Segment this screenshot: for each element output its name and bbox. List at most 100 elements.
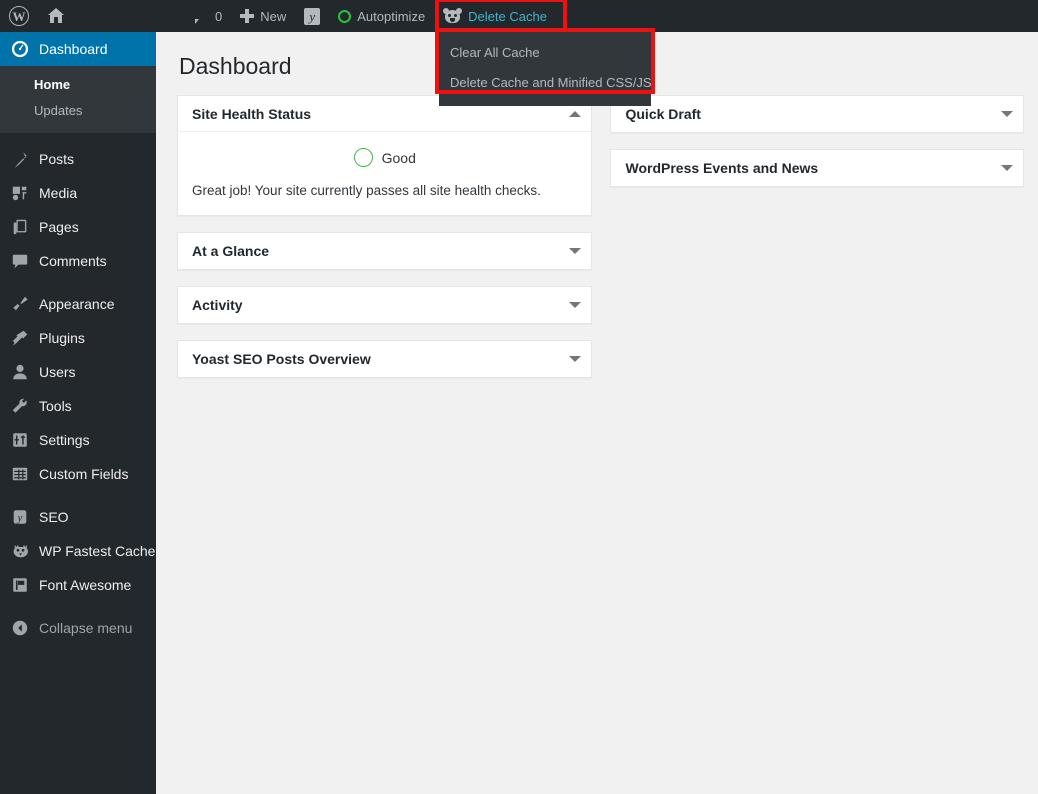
main-content: Dashboard Site Health Status Good Great … <box>156 32 1038 794</box>
menu-item-delete-cache-and-minified-css-js[interactable]: Delete Cache and Minified CSS/JS <box>439 68 652 98</box>
comments-count: 0 <box>215 8 223 24</box>
yoast-icon: y <box>10 507 30 527</box>
widget-activity: Activity <box>177 286 593 324</box>
dashboard-submenu: Home Updates <box>0 66 156 133</box>
widget-wordpress-events-and-news: WordPress Events and News <box>610 149 1024 187</box>
table-icon <box>10 464 30 484</box>
wrench-icon <box>10 396 30 416</box>
sidebar-item-label: Pages <box>39 219 79 235</box>
chevron-down-icon[interactable] <box>569 302 582 308</box>
sidebar-item-font-awesome[interactable]: Font Awesome <box>0 568 156 602</box>
sidebar-item-seo[interactable]: y SEO <box>0 500 156 534</box>
sidebar-item-label: Dashboard <box>39 41 108 57</box>
sliders-icon <box>10 430 30 450</box>
comment-icon <box>10 251 30 271</box>
svg-text:y: y <box>17 512 23 524</box>
sidebar-item-posts[interactable]: Posts <box>0 142 156 176</box>
sidebar-item-label: Collapse menu <box>39 620 133 636</box>
yoast-icon: y <box>304 7 321 25</box>
wordpress-logo-icon: W <box>9 6 29 26</box>
pin-icon <box>10 149 30 169</box>
sidebar-item-wp-fastest-cache[interactable]: WP Fastest Cache <box>0 534 156 568</box>
wordpress-admin-screen: W 0 New y Autoptimize Delete Cache Clear… <box>0 0 1038 794</box>
sidebar-item-users[interactable]: Users <box>0 355 156 389</box>
widget-header[interactable]: Quick Draft <box>611 96 1023 132</box>
sidebar-subitem-updates[interactable]: Updates <box>0 98 156 124</box>
widget-header[interactable]: WordPress Events and News <box>611 150 1023 186</box>
chevron-down-icon[interactable] <box>1001 111 1013 117</box>
chevron-down-icon[interactable] <box>569 356 582 362</box>
wp-logo-menu-item[interactable]: W <box>0 0 38 32</box>
widget-header[interactable]: At a Glance <box>178 233 591 269</box>
sidebar-item-label: Users <box>39 364 76 380</box>
widget-title: Activity <box>192 297 243 313</box>
widget-title: Yoast SEO Posts Overview <box>192 351 371 367</box>
widget-header[interactable]: Yoast SEO Posts Overview <box>178 341 591 377</box>
widget-header[interactable]: Activity <box>178 287 591 323</box>
sidebar-item-custom-fields[interactable]: Custom Fields <box>0 457 156 491</box>
sidebar-separator <box>0 133 156 142</box>
sidebar-item-label: WP Fastest Cache <box>39 543 156 559</box>
widget-title: Site Health Status <box>192 105 312 122</box>
cheetah-icon <box>443 7 463 25</box>
sidebar-separator <box>0 602 156 611</box>
sidebar-item-label: Media <box>39 185 78 201</box>
admin-sidebar: Dashboard Home Updates Posts Media Pages… <box>0 32 164 794</box>
widget-at-a-glance: At a Glance <box>177 232 593 270</box>
site-home-menu-item[interactable] <box>38 0 74 32</box>
sidebar-separator <box>0 491 156 500</box>
sidebar-item-pages[interactable]: Pages <box>0 210 156 244</box>
widget-quick-draft: Quick Draft <box>610 95 1024 133</box>
sidebar-item-label: Appearance <box>39 296 115 312</box>
media-icon <box>10 183 30 203</box>
sidebar-item-plugins[interactable]: Plugins <box>0 321 156 355</box>
widget-site-health-status: Site Health Status Good Great job! Your … <box>177 95 593 216</box>
widget-title: At a Glance <box>192 243 270 259</box>
sidebar-item-label: Settings <box>39 432 90 448</box>
delete-cache-menu-item[interactable]: Delete Cache <box>434 0 556 32</box>
chevron-down-icon[interactable] <box>569 248 582 254</box>
sidebar-item-label: SEO <box>39 509 69 525</box>
sidebar-item-appearance[interactable]: Appearance <box>0 287 156 321</box>
sidebar-item-label: Font Awesome <box>39 577 132 593</box>
comments-menu-item[interactable]: 0 <box>184 0 231 32</box>
cheetah-icon <box>10 541 30 561</box>
widget-column-left: Site Health Status Good Great job! Your … <box>177 95 593 378</box>
brush-icon <box>10 294 30 314</box>
yoast-seo-menu-item[interactable]: y <box>295 0 329 32</box>
sidebar-item-tools[interactable]: Tools <box>0 389 156 423</box>
new-label: New <box>260 8 287 24</box>
admin-bar: W 0 New y Autoptimize Delete Cache <box>0 0 1038 32</box>
autoptimize-circle-icon <box>338 9 352 23</box>
sidebar-item-label: Plugins <box>39 330 85 346</box>
collapse-icon <box>10 618 30 638</box>
status-badge: Good <box>381 149 416 166</box>
sidebar-item-label: Custom Fields <box>39 466 129 482</box>
site-health-description: Great job! Your site currently passes al… <box>192 183 541 198</box>
chevron-down-icon[interactable] <box>1001 165 1013 171</box>
user-icon <box>10 362 30 382</box>
flag-icon <box>10 575 30 595</box>
sidebar-subitem-home[interactable]: Home <box>0 72 156 98</box>
sidebar-item-collapse-menu[interactable]: Collapse menu <box>0 611 156 645</box>
plug-icon <box>10 328 30 348</box>
delete-cache-dropdown: Clear All Cache Delete Cache and Minifie… <box>439 32 652 106</box>
comment-bubble-icon <box>193 9 209 24</box>
widget-title: WordPress Events and News <box>625 160 819 176</box>
sidebar-separator <box>0 278 156 287</box>
sidebar-item-media[interactable]: Media <box>0 176 156 210</box>
sidebar-item-settings[interactable]: Settings <box>0 423 156 457</box>
sidebar-item-comments[interactable]: Comments <box>0 244 156 278</box>
widget-body: Good Great job! Your site currently pass… <box>178 132 591 215</box>
widget-yoast-seo-posts-overview: Yoast SEO Posts Overview <box>177 340 593 378</box>
dashboard-widget-columns: Site Health Status Good Great job! Your … <box>156 81 1038 378</box>
autoptimize-menu-item[interactable]: Autoptimize <box>329 0 434 32</box>
home-icon <box>47 8 65 24</box>
menu-item-clear-all-cache[interactable]: Clear All Cache <box>439 38 651 68</box>
plus-icon <box>240 9 255 23</box>
status-ring-icon <box>353 148 373 167</box>
chevron-up-icon[interactable] <box>569 110 582 117</box>
new-content-menu-item[interactable]: New <box>231 0 295 32</box>
sidebar-item-label: Tools <box>39 398 72 414</box>
sidebar-item-dashboard[interactable]: Dashboard <box>0 32 164 66</box>
